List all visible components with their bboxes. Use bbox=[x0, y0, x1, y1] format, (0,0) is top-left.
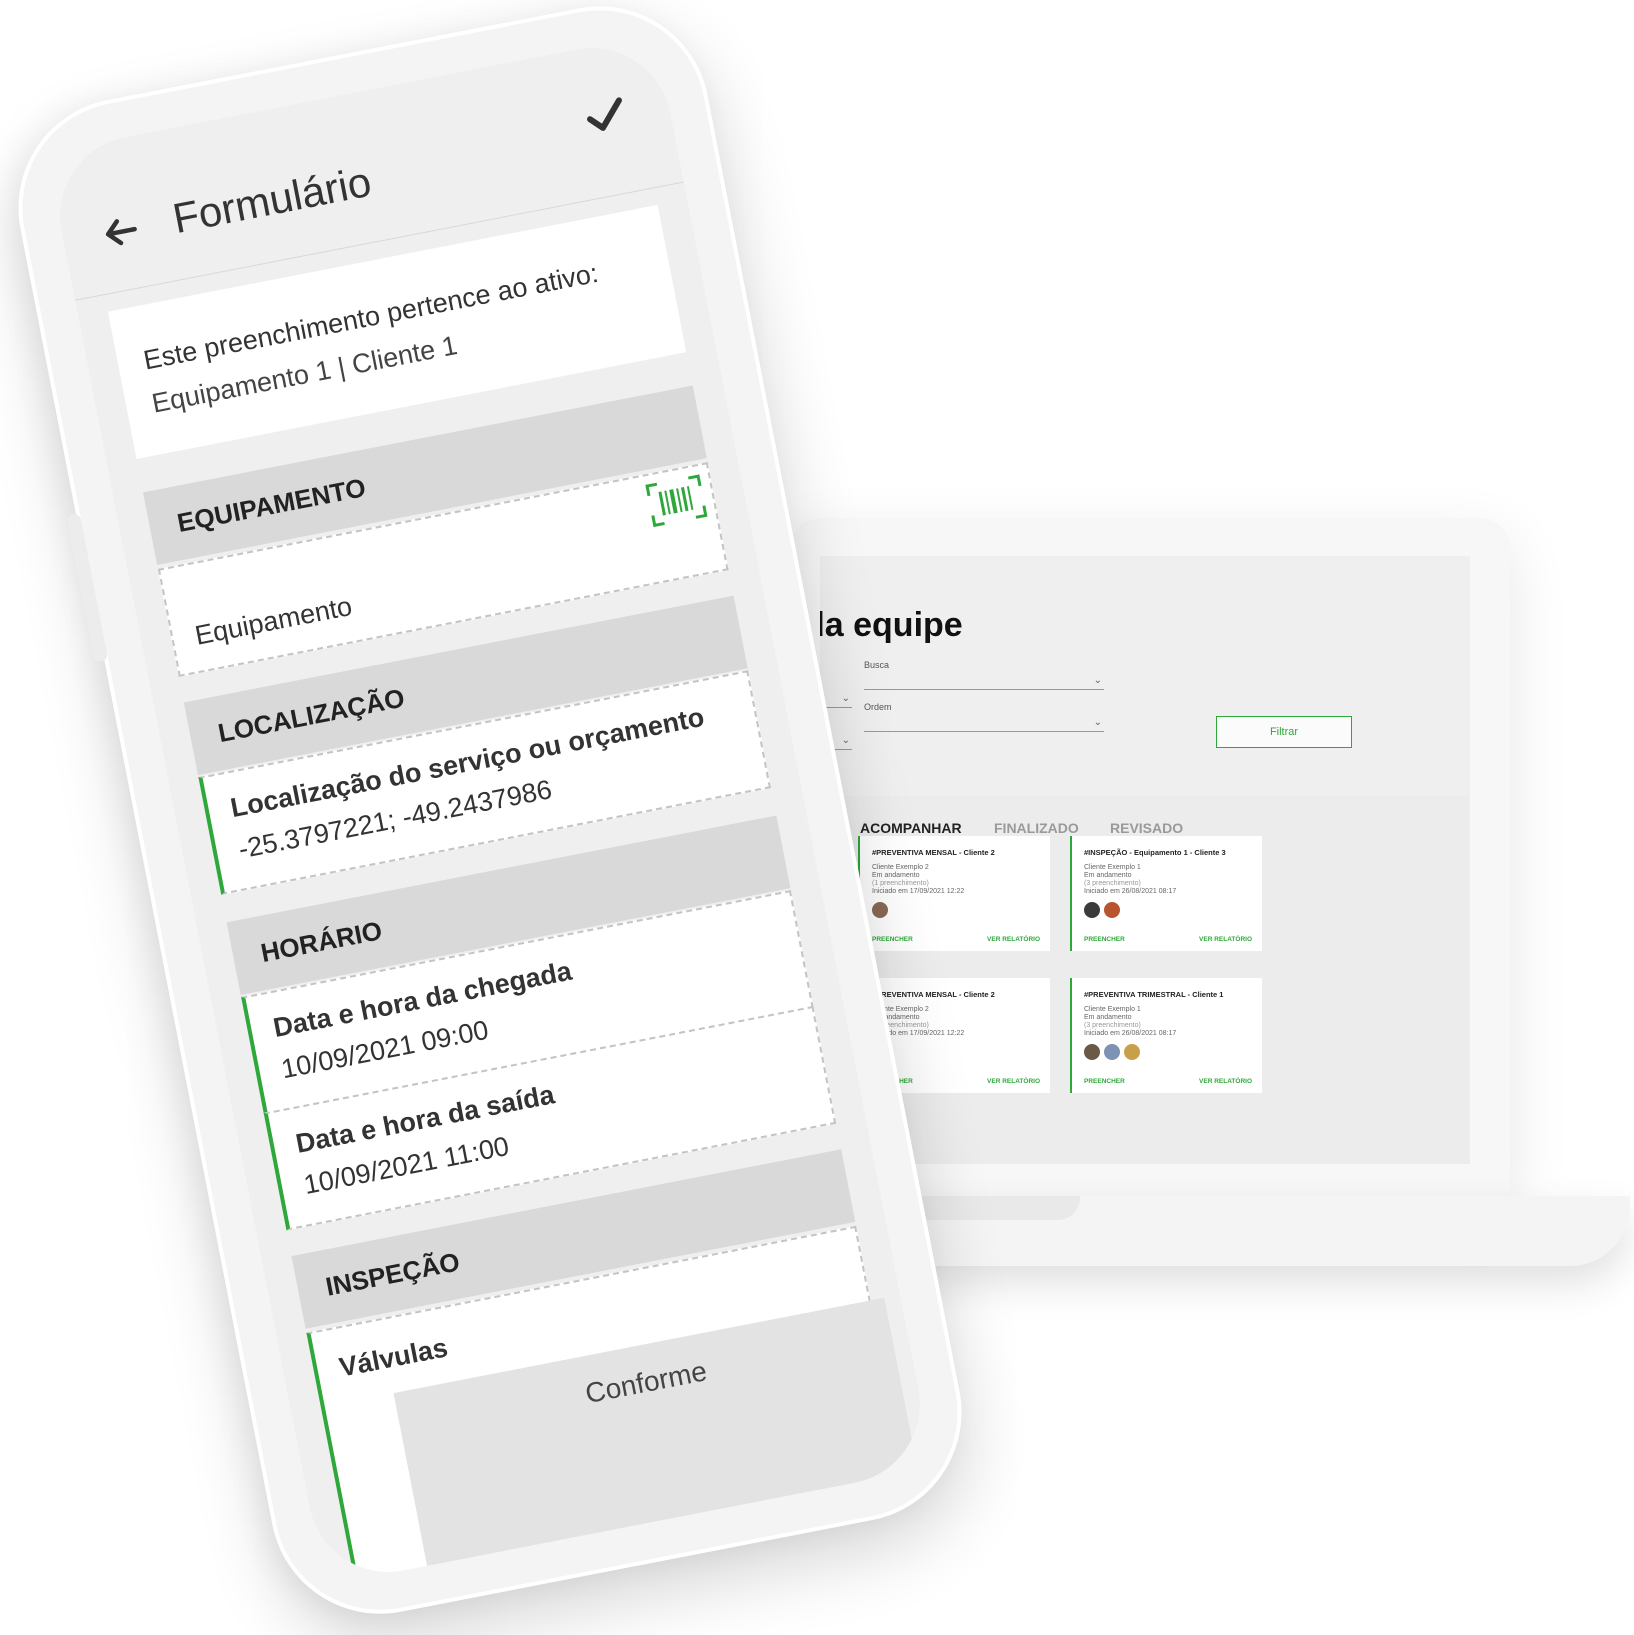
valvulas-label: Válvulas bbox=[336, 1332, 451, 1383]
card-started: Iniciado em 26/08/2021 08:17 bbox=[1084, 1030, 1177, 1037]
card-title: #PREVENTIVA MENSAL - Cliente 2 bbox=[872, 990, 995, 999]
fill-link[interactable]: PREENCHER bbox=[1084, 936, 1125, 943]
avatar bbox=[1104, 902, 1120, 918]
avatar bbox=[1104, 1044, 1120, 1060]
busca-label: Busca bbox=[864, 660, 890, 670]
page-title: Formulário bbox=[168, 157, 375, 243]
barcode-scan-icon[interactable] bbox=[645, 474, 708, 528]
chevron-down-icon: ⌄ bbox=[841, 693, 850, 704]
chevron-down-icon: ⌄ bbox=[1093, 675, 1102, 686]
laptop-screen: da equipe ⌄ ⌄ Busca ⌄ Ordem ⌄ Filtrar AC… bbox=[820, 556, 1470, 1164]
card-title: #PREVENTIVA TRIMESTRAL - Cliente 1 bbox=[1084, 990, 1224, 999]
page-title: da equipe bbox=[820, 606, 963, 644]
arrow-left-icon[interactable] bbox=[97, 208, 144, 255]
report-link[interactable]: VER RELATÓRIO bbox=[987, 1078, 1040, 1085]
chevron-down-icon: ⌄ bbox=[841, 735, 850, 746]
laptop-notch bbox=[900, 1196, 1080, 1220]
card-title: #INSPEÇÃO - Equipamento 1 - Cliente 3 bbox=[1084, 848, 1226, 857]
section-title: HORÁRIO bbox=[258, 915, 385, 969]
tab-acompanhar[interactable]: ACOMPANHAR bbox=[860, 820, 962, 846]
task-card[interactable]: #PREVENTIVA MENSAL - Cliente 2 Cliente E… bbox=[858, 836, 1050, 951]
card-fills: (1 preenchimento) bbox=[872, 880, 929, 887]
equipamento-placeholder: Equipamento bbox=[192, 590, 355, 651]
task-card[interactable]: #PREVENTIVA TRIMESTRAL - Cliente 1 Clien… bbox=[1070, 978, 1262, 1093]
card-status: Em andamento bbox=[872, 872, 920, 879]
phone: Formulário Este preenchimento pertence a… bbox=[0, 0, 981, 1633]
ordem-label: Ordem bbox=[864, 702, 892, 712]
avatar bbox=[872, 902, 888, 918]
fill-link[interactable]: PREENCHER bbox=[872, 936, 913, 943]
avatar bbox=[1084, 902, 1100, 918]
tab-finalizado[interactable]: FINALIZADO bbox=[994, 820, 1079, 836]
report-link[interactable]: VER RELATÓRIO bbox=[987, 936, 1040, 943]
card-fills: (3 preenchimento) bbox=[1084, 880, 1141, 887]
card-fills: (3 preenchimento) bbox=[1084, 1022, 1141, 1029]
section-title: INSPEÇÃO bbox=[323, 1246, 463, 1302]
card-started: Iniciado em 26/08/2021 08:17 bbox=[1084, 888, 1177, 895]
section-title: EQUIPAMENTO bbox=[174, 472, 369, 539]
card-client: Cliente Exemplo 1 bbox=[1084, 864, 1141, 871]
report-link[interactable]: VER RELATÓRIO bbox=[1199, 1078, 1252, 1085]
ordem-select[interactable]: Ordem ⌄ bbox=[864, 702, 1104, 732]
conforme-label: Conforme bbox=[582, 1355, 710, 1410]
card-started: Iniciado em 17/09/2021 12:22 bbox=[872, 888, 965, 895]
report-link[interactable]: VER RELATÓRIO bbox=[1199, 936, 1252, 943]
filter-panel: da equipe ⌄ ⌄ Busca ⌄ Ordem ⌄ Filtrar bbox=[820, 556, 1470, 796]
chevron-down-icon: ⌄ bbox=[1093, 717, 1102, 728]
fill-link[interactable]: PREENCHER bbox=[1084, 1078, 1125, 1085]
busca-select[interactable]: Busca ⌄ bbox=[864, 660, 1104, 690]
check-icon[interactable] bbox=[580, 89, 632, 141]
card-client: Cliente Exemplo 2 bbox=[872, 864, 929, 871]
tab-revisado[interactable]: REVISADO bbox=[1110, 820, 1183, 836]
card-client: Cliente Exemplo 1 bbox=[1084, 1006, 1141, 1013]
avatar bbox=[1084, 1044, 1100, 1060]
card-title: #PREVENTIVA MENSAL - Cliente 2 bbox=[872, 848, 995, 857]
phone-screen: Formulário Este preenchimento pertence a… bbox=[46, 34, 934, 1586]
task-card[interactable]: #INSPEÇÃO - Equipamento 1 - Cliente 3 Cl… bbox=[1070, 836, 1262, 951]
avatar bbox=[1124, 1044, 1140, 1060]
card-status: Em andamento bbox=[1084, 872, 1132, 879]
section-title: LOCALIZAÇÃO bbox=[215, 682, 407, 749]
filter-button[interactable]: Filtrar bbox=[1216, 716, 1352, 748]
card-status: Em andamento bbox=[1084, 1014, 1132, 1021]
